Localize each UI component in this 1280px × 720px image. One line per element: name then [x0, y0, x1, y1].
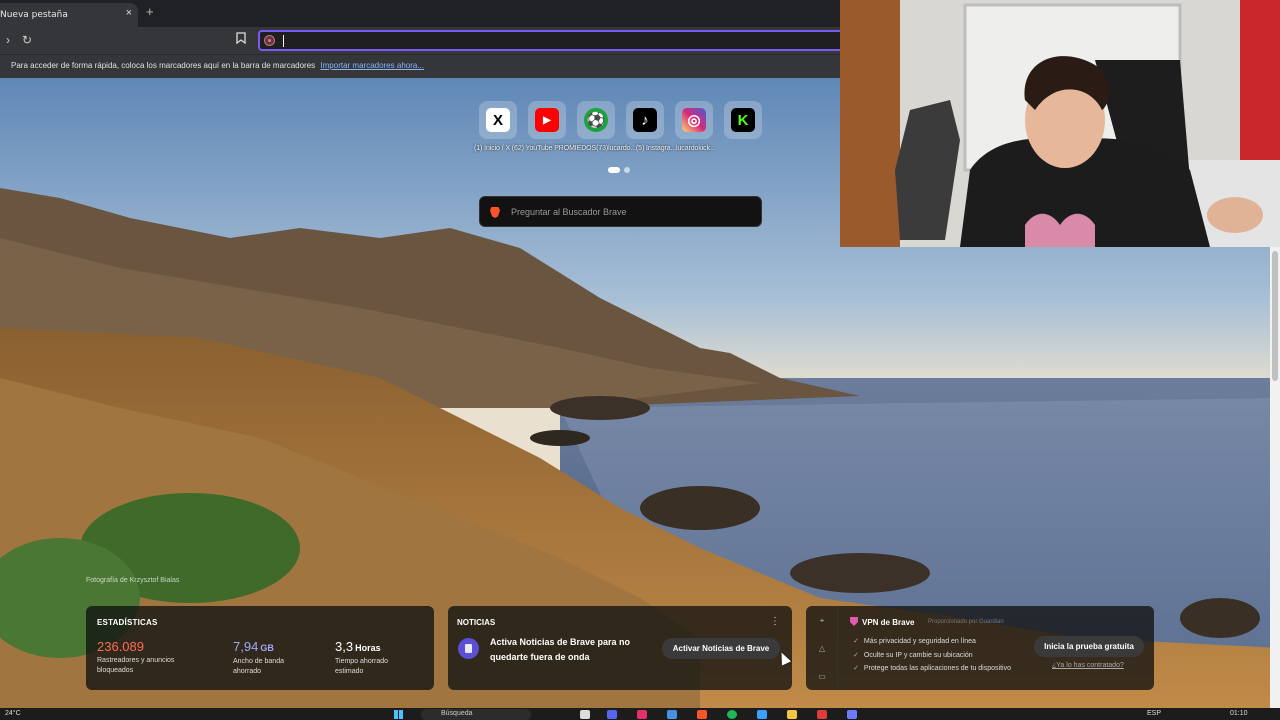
stats-title: ESTADÍSTICAS: [97, 618, 158, 627]
windows-taskbar: 24°C Búsqueda ESP 01:10: [0, 708, 1280, 720]
time-label: Tiempo ahorrado estimado: [335, 658, 389, 675]
kick-icon: K: [731, 108, 755, 132]
top-site-x[interactable]: X: [479, 101, 517, 139]
app-icon[interactable]: [847, 710, 857, 719]
news-widget: NOTICIAS ⋮ Activa Noticias de Brave para…: [448, 606, 792, 690]
new-tab-button[interactable]: +: [146, 4, 154, 19]
top-site-promiedos[interactable]: ⚽: [577, 101, 615, 139]
photo-credit[interactable]: Fotografía de Krzysztof Bialas: [86, 577, 179, 584]
forward-icon[interactable]: ›: [0, 32, 16, 48]
text-caret: [283, 35, 284, 47]
instagram-icon: ◎: [682, 108, 706, 132]
top-sites-pager[interactable]: [608, 167, 632, 173]
x-icon: X: [486, 108, 510, 132]
stat-trackers: 236.089 Rastreadores y anuncios bloquead…: [97, 640, 187, 676]
bookmarks-bar: Para acceder de forma rápida, coloca los…: [0, 54, 840, 78]
more-options-icon[interactable]: ⋮: [770, 616, 780, 627]
location-pin-icon[interactable]: ⌖: [817, 616, 827, 626]
vpn-shield-icon: [850, 617, 858, 626]
top-site-instagram[interactable]: ◎: [675, 101, 713, 139]
youtube-icon: ▶: [535, 108, 559, 132]
news-message: Activa Noticias de Brave para no quedart…: [490, 637, 631, 662]
stats-widget: ESTADÍSTICAS 236.089 Rastreadores y anun…: [86, 606, 434, 690]
webcam-overlay: [840, 0, 1280, 247]
brave-lion-icon: [490, 207, 500, 218]
enable-news-button[interactable]: Activar Noticias de Brave: [662, 638, 780, 659]
start-trial-button[interactable]: Inicia la prueba gratuita: [1034, 636, 1144, 657]
windows-start-icon[interactable]: [394, 710, 403, 719]
file-explorer-icon[interactable]: [787, 710, 797, 719]
card-icon[interactable]: ▭: [817, 672, 827, 682]
brave-icon[interactable]: [697, 710, 707, 719]
vpn-feature: Oculte su IP y cambie su ubicación: [853, 649, 1011, 663]
stat-bandwidth: 7,94 GB Ancho de banda ahorrado: [233, 640, 303, 677]
weather-temperature[interactable]: 24°C: [5, 710, 21, 717]
news-title: NOTICIAS: [457, 618, 496, 627]
widget-rail: ⌖ △ ▭: [806, 606, 838, 690]
trackers-label: Rastreadores y anuncios bloqueados: [97, 657, 175, 674]
top-sites-grid: X ▶ ⚽ ♪ ◎ K: [474, 101, 774, 161]
tab-title: Nueva pestaña: [0, 10, 68, 20]
vpn-feature: Más privacidad y seguridad en línea: [853, 635, 1011, 649]
vpn-title: VPN de Brave: [862, 618, 915, 627]
bookmarks-hint: Para acceder de forma rápida, coloca los…: [11, 61, 316, 70]
discord-icon[interactable]: [607, 710, 617, 719]
vpn-widget: ⌖ △ ▭ VPN de Brave Proporcionado por Gua…: [806, 606, 1154, 690]
bandwidth-label: Ancho de banda ahorrado: [233, 658, 284, 675]
tab-new-tab[interactable]: Nueva pestaña ×: [0, 3, 138, 27]
news-icon: [458, 638, 479, 659]
tiktok-icon: ♪: [633, 108, 657, 132]
language-indicator[interactable]: ESP: [1147, 710, 1161, 717]
app-icon[interactable]: [667, 710, 677, 719]
spotify-icon[interactable]: [727, 710, 737, 719]
app-icon[interactable]: [757, 710, 767, 719]
browser-toolbar: › ↻: [0, 27, 840, 54]
top-site-labels: (1) Inicio / X (62) YouTube PROMIEDOS(73…: [474, 145, 716, 152]
top-site-kick[interactable]: K: [724, 101, 762, 139]
app-icon[interactable]: [817, 710, 827, 719]
taskbar-search[interactable]: Búsqueda: [421, 709, 531, 720]
pager-dot[interactable]: [624, 167, 630, 173]
tab-bar: Nueva pestaña × +: [0, 0, 840, 27]
bandwidth-unit: GB: [260, 643, 274, 653]
top-site-youtube[interactable]: ▶: [528, 101, 566, 139]
brave-search-box[interactable]: Preguntar al Buscador Brave: [479, 196, 762, 227]
address-bar[interactable]: [258, 30, 840, 51]
stat-time: 3,3 Horas Tiempo ahorrado estimado: [335, 640, 405, 677]
reload-icon[interactable]: ↻: [19, 32, 35, 48]
already-subscribed-link[interactable]: ¿Ya lo has contratado?: [1052, 662, 1124, 669]
instagram-app-icon[interactable]: [637, 710, 647, 719]
warning-icon[interactable]: △: [817, 644, 827, 654]
brave-shields-icon[interactable]: [264, 35, 275, 46]
import-bookmarks-link[interactable]: Importar marcadores ahora...: [320, 61, 424, 70]
taskbar-search-label: Búsqueda: [441, 710, 473, 717]
time-value: 3,3: [335, 639, 354, 654]
bandwidth-value: 7,94: [233, 639, 259, 654]
trackers-value: 236.089: [97, 639, 144, 654]
time-unit: Horas: [355, 643, 381, 653]
close-tab-icon[interactable]: ×: [126, 7, 132, 19]
bookmark-icon[interactable]: [233, 32, 249, 48]
taskbar-clock[interactable]: 01:10: [1230, 710, 1248, 717]
task-view-icon[interactable]: [580, 710, 590, 719]
scrollbar[interactable]: [1270, 247, 1280, 708]
vpn-feature: Protege todas las aplicaciones de tu dis…: [853, 662, 1011, 676]
scrollbar-thumb[interactable]: [1272, 251, 1278, 381]
pager-dot-active[interactable]: [608, 167, 620, 173]
promiedos-icon: ⚽: [584, 108, 608, 132]
vpn-features: Más privacidad y seguridad en línea Ocul…: [853, 635, 1011, 676]
vpn-powered-by: Proporcionado por Guardian: [928, 619, 1004, 625]
top-site-tiktok[interactable]: ♪: [626, 101, 664, 139]
search-placeholder: Preguntar al Buscador Brave: [511, 207, 627, 217]
